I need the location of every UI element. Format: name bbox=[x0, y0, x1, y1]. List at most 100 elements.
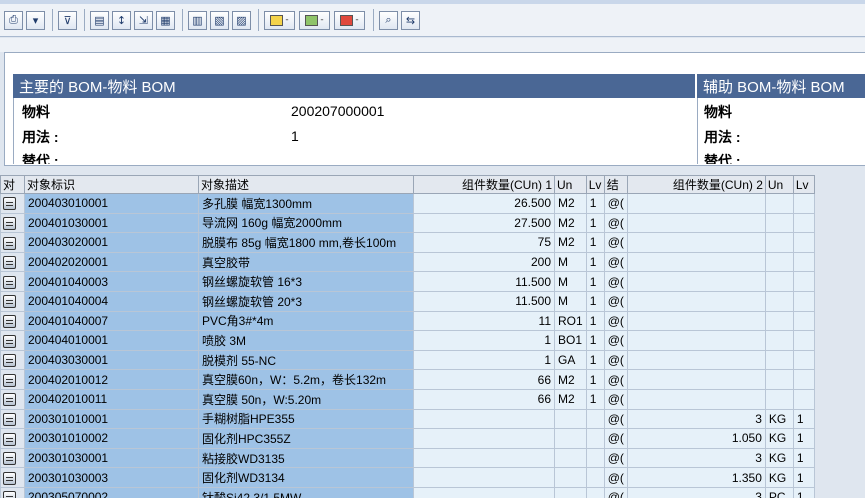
qty-2-cell[interactable] bbox=[626, 193, 766, 214]
column-icon[interactable]: ▧ bbox=[210, 10, 229, 30]
object-desc-cell[interactable]: 粘接胶WD3135 bbox=[198, 447, 414, 469]
qty-1-cell[interactable]: 75 bbox=[413, 232, 555, 253]
unit-1-cell[interactable] bbox=[554, 486, 587, 498]
level-1-cell[interactable] bbox=[585, 408, 605, 430]
structure-cell[interactable]: @( bbox=[603, 447, 628, 469]
level-2-cell[interactable] bbox=[792, 330, 815, 351]
navigate-icon[interactable]: ⇆ bbox=[401, 10, 420, 30]
qty-1-cell[interactable] bbox=[413, 486, 555, 498]
unit-1-cell[interactable] bbox=[554, 467, 587, 488]
level-1-cell[interactable]: 1 bbox=[585, 369, 605, 390]
object-desc-cell[interactable]: 导流网 160g 幅宽2000mm bbox=[198, 212, 414, 234]
table-row[interactable]: 200402010012 真空膜60n，W：5.2m，卷长132m 66 M2 1 @( bbox=[0, 369, 815, 390]
table-row[interactable]: 200403010001 多孔膜 幅宽1300mm 26.500 M2 1 @( bbox=[0, 193, 815, 214]
col-header-structure[interactable]: 结 bbox=[603, 175, 628, 194]
unit-2-cell[interactable]: KG bbox=[764, 408, 794, 430]
level-2-cell[interactable]: 1 bbox=[792, 447, 815, 469]
row-doc-icon[interactable] bbox=[0, 467, 25, 488]
row-doc-icon[interactable] bbox=[0, 349, 25, 371]
qty-2-cell[interactable]: 3 bbox=[626, 408, 766, 430]
table-row[interactable]: 200305070002 钛酸Si42.3/1.5MW @(3 PC 1 bbox=[0, 486, 815, 498]
qty-1-cell[interactable] bbox=[413, 428, 555, 449]
unit-2-cell[interactable]: KG bbox=[764, 428, 794, 449]
table-row[interactable]: 200403030001 脱模剂 55-NC 1 GA 1 @( bbox=[0, 349, 815, 371]
level-1-cell[interactable]: 1 bbox=[585, 349, 605, 371]
col-header-object-id[interactable]: 对象标识 bbox=[24, 175, 199, 194]
object-desc-cell[interactable]: 手糊树脂HPE355 bbox=[198, 408, 414, 430]
level-2-cell[interactable] bbox=[792, 251, 815, 273]
qty-2-cell[interactable]: 1.050 bbox=[626, 428, 766, 449]
row-doc-icon[interactable] bbox=[0, 251, 25, 273]
level-1-cell[interactable]: 1 bbox=[585, 193, 605, 214]
level-2-cell[interactable] bbox=[792, 310, 815, 332]
object-id-cell[interactable]: 200401040004 bbox=[24, 290, 199, 312]
col-header-qty-2[interactable]: 组件数量(CUn) 2 bbox=[626, 175, 766, 194]
document-icon[interactable] bbox=[3, 334, 16, 348]
select-icon[interactable]: ▨ bbox=[232, 10, 251, 30]
level-2-cell[interactable]: 1 bbox=[792, 486, 815, 498]
document-icon[interactable] bbox=[3, 197, 16, 211]
col-header-level-2[interactable]: Lv bbox=[792, 175, 815, 194]
table-row[interactable]: 200402020001 真空胶带 200 M 1 @( bbox=[0, 251, 815, 273]
layout-icon[interactable]: ▦ bbox=[156, 10, 175, 30]
qty-1-cell[interactable]: 11.500 bbox=[413, 290, 555, 312]
unit-2-cell[interactable] bbox=[764, 330, 794, 351]
qty-2-cell[interactable]: 1.350 bbox=[626, 467, 766, 488]
object-desc-cell[interactable]: PVC角3#*4m bbox=[198, 310, 414, 332]
col-header-level-1[interactable]: Lv bbox=[585, 175, 605, 194]
document-icon[interactable] bbox=[3, 315, 16, 329]
unit-1-cell[interactable] bbox=[554, 447, 587, 469]
level-1-cell[interactable] bbox=[585, 428, 605, 449]
object-id-cell[interactable]: 200402020001 bbox=[24, 251, 199, 273]
object-desc-cell[interactable]: 真空膜 50n，W:5.20m bbox=[198, 388, 414, 410]
unit-1-cell[interactable]: M bbox=[554, 271, 587, 292]
document-icon[interactable] bbox=[3, 471, 16, 485]
level-2-cell[interactable] bbox=[792, 369, 815, 390]
document-icon[interactable] bbox=[3, 354, 16, 368]
row-doc-icon[interactable] bbox=[0, 486, 25, 498]
object-desc-cell[interactable]: 多孔膜 幅宽1300mm bbox=[198, 193, 414, 214]
qty-1-cell[interactable]: 66 bbox=[413, 369, 555, 390]
unit-1-cell[interactable] bbox=[554, 428, 587, 449]
document-icon[interactable] bbox=[3, 295, 16, 309]
qty-1-cell[interactable]: 11 bbox=[413, 310, 555, 332]
object-id-cell[interactable]: 200301010002 bbox=[24, 428, 199, 449]
object-desc-cell[interactable]: 钢丝螺旋软管 16*3 bbox=[198, 271, 414, 292]
object-id-cell[interactable]: 200403030001 bbox=[24, 349, 199, 371]
level-1-cell[interactable]: 1 bbox=[585, 388, 605, 410]
qty-1-cell[interactable]: 1 bbox=[413, 330, 555, 351]
qty-1-cell[interactable]: 1 bbox=[413, 349, 555, 371]
level-2-cell[interactable] bbox=[792, 290, 815, 312]
document-icon[interactable] bbox=[3, 236, 16, 250]
structure-cell[interactable]: @( bbox=[603, 212, 628, 234]
unit-1-cell[interactable]: RO1 bbox=[554, 310, 587, 332]
unit-2-cell[interactable] bbox=[764, 232, 794, 253]
qty-2-cell[interactable] bbox=[626, 369, 766, 390]
table-row[interactable]: 200401040004 钢丝螺旋软管 20*3 11.500 M 1 @( bbox=[0, 290, 815, 312]
unit-2-cell[interactable] bbox=[764, 349, 794, 371]
print-icon[interactable]: ⎙ bbox=[4, 10, 23, 30]
structure-cell[interactable]: @( bbox=[603, 369, 628, 390]
level-1-cell[interactable]: 1 bbox=[585, 251, 605, 273]
object-id-cell[interactable]: 200401040003 bbox=[24, 271, 199, 292]
object-id-cell[interactable]: 200401040007 bbox=[24, 310, 199, 332]
object-desc-cell[interactable]: 脱模剂 55-NC bbox=[198, 349, 414, 371]
row-doc-icon[interactable] bbox=[0, 330, 25, 351]
grid-icon[interactable]: ▥ bbox=[188, 10, 207, 30]
unit-2-cell[interactable] bbox=[764, 212, 794, 234]
color-red-icon[interactable]: - bbox=[334, 10, 365, 30]
color-yellow-icon[interactable]: - bbox=[264, 10, 295, 30]
table-row[interactable]: 200301010001 手糊树脂HPE355 @(3 KG 1 bbox=[0, 408, 815, 430]
structure-cell[interactable]: @( bbox=[603, 330, 628, 351]
unit-2-cell[interactable] bbox=[764, 193, 794, 214]
document-icon[interactable] bbox=[3, 393, 16, 407]
document-icon[interactable] bbox=[3, 217, 16, 231]
object-desc-cell[interactable]: 脱膜布 85g 幅宽1800 mm,卷长100m bbox=[198, 232, 414, 253]
object-id-cell[interactable]: 200403020001 bbox=[24, 232, 199, 253]
level-1-cell[interactable]: 1 bbox=[585, 232, 605, 253]
object-desc-cell[interactable]: 真空胶带 bbox=[198, 251, 414, 273]
table-row[interactable]: 200402010011 真空膜 50n，W:5.20m 66 M2 1 @( bbox=[0, 388, 815, 410]
qty-1-cell[interactable]: 200 bbox=[413, 251, 555, 273]
unit-2-cell[interactable] bbox=[764, 251, 794, 273]
save-icon[interactable]: ▾ bbox=[26, 10, 45, 30]
